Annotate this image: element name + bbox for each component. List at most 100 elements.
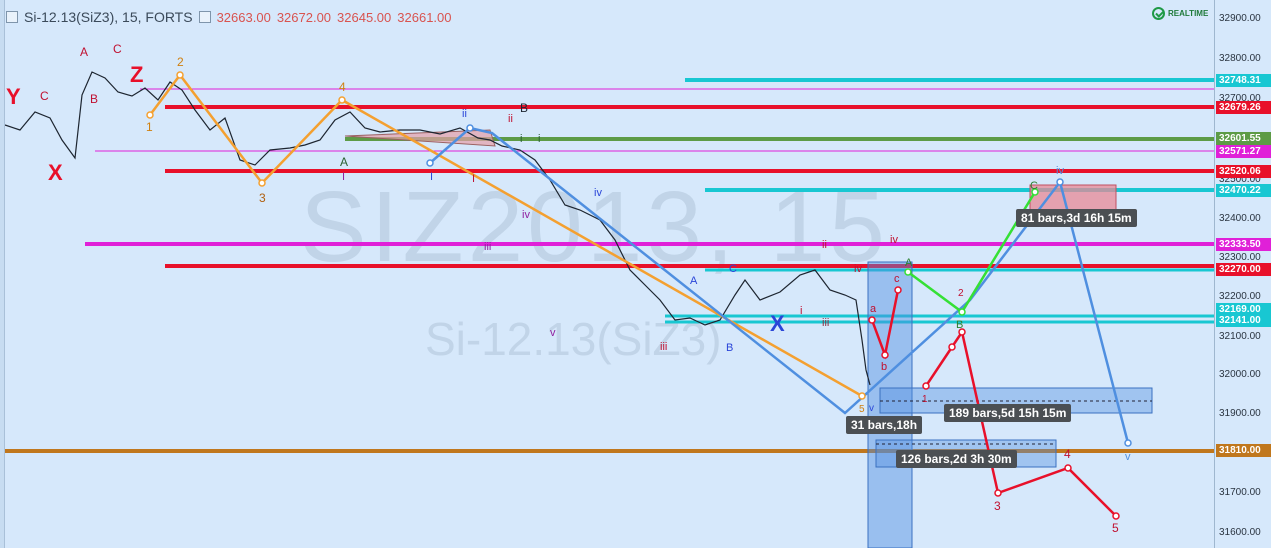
- label-ii-blue: ii: [462, 108, 467, 120]
- node: [904, 268, 912, 276]
- node: [958, 308, 966, 316]
- node: [1056, 178, 1064, 186]
- node: [258, 179, 266, 187]
- axis-tick-label: 32400.00: [1219, 213, 1261, 224]
- price-level-tag: 32601.55: [1216, 132, 1271, 145]
- label-Z: Z: [130, 62, 143, 87]
- node: [1064, 464, 1072, 472]
- label-i-red: i: [800, 305, 802, 317]
- left-toolbar-strip[interactable]: [0, 0, 5, 548]
- label-3: 3: [259, 191, 266, 205]
- node: [426, 159, 434, 167]
- label-X2: X: [770, 311, 785, 336]
- symbol-label: Si-12.13(SiZ3), 15, FORTS: [24, 9, 193, 25]
- node: [466, 124, 474, 132]
- price-level-tag: 32748.31: [1216, 74, 1271, 87]
- price-level-tag: 32333.50: [1216, 238, 1271, 251]
- label-ii-red: ii: [508, 113, 513, 125]
- chart-settings-icon[interactable]: [6, 11, 18, 23]
- label-iii-red: iii: [660, 341, 667, 353]
- price-axis[interactable]: 32900.0032800.0032700.0032600.0032500.00…: [1214, 0, 1271, 548]
- price-series: [4, 71, 871, 386]
- node: [868, 316, 876, 324]
- ohlc-low: 32645.00: [337, 9, 392, 25]
- axis-tick-label: 32000.00: [1219, 369, 1261, 380]
- price-level-tag: 32520.06: [1216, 165, 1271, 178]
- check-circle-icon: [1152, 7, 1165, 20]
- label-X: X: [48, 160, 63, 185]
- callout-31-bars: 31 bars,18h: [846, 416, 923, 434]
- node: [146, 111, 154, 119]
- label-a: a: [870, 303, 877, 315]
- label-iii-red2: iii: [822, 317, 829, 329]
- price-chart-svg[interactable]: Y X Z X A C B C 2 1 3 4 A B ii ii i i I …: [0, 0, 1214, 548]
- price-level-tag: 32270.00: [1216, 263, 1271, 276]
- axis-tick-label: 32100.00: [1219, 331, 1261, 342]
- label-iv-purple: iv: [522, 209, 530, 221]
- label-ii-green: i: [538, 133, 540, 145]
- label-I-1: I: [342, 171, 345, 183]
- price-level-tag: 32470.22: [1216, 184, 1271, 197]
- realtime-indicator: REALTIME: [1152, 7, 1208, 20]
- label-v-blue: v: [869, 403, 874, 414]
- price-level-tag: 31810.00: [1216, 444, 1271, 457]
- wave-orange: [149, 72, 863, 398]
- callout-189-bars: 189 bars,5d 15h 15m: [944, 404, 1072, 422]
- label-4: 4: [339, 80, 346, 94]
- node: [1124, 439, 1132, 447]
- ohlc-high: 32672.00: [276, 9, 332, 25]
- label-I-2: I: [430, 171, 433, 183]
- label-B-blue: B: [726, 342, 733, 354]
- label-ii-red2: ii: [822, 239, 827, 251]
- axis-tick-label: 32800.00: [1219, 53, 1261, 64]
- label-5-red: 5: [1112, 521, 1119, 535]
- node: [922, 382, 930, 390]
- label-iv-red2: iv: [854, 263, 862, 275]
- label-A1: A: [80, 45, 88, 59]
- label-C1: C: [40, 89, 49, 103]
- node: [948, 343, 956, 351]
- label-c: c: [894, 273, 900, 285]
- node: [881, 351, 889, 359]
- label-A-blue: A: [690, 275, 698, 287]
- label-B-dark: B: [520, 101, 528, 115]
- label-I-3: I: [472, 173, 475, 185]
- price-level-tag: 32571.27: [1216, 145, 1271, 158]
- node: [1112, 512, 1120, 520]
- label-C2: C: [113, 42, 122, 56]
- label-b: b: [881, 361, 887, 373]
- realtime-label: REALTIME: [1168, 9, 1209, 18]
- node: [858, 392, 866, 400]
- label-iv-blue: iv: [594, 187, 602, 199]
- chart-area[interactable]: SIZ2013, 15 Si-12.13(SiZ3) Y X Z X A C B…: [0, 0, 1214, 548]
- node: [894, 286, 902, 294]
- node: [994, 489, 1002, 497]
- label-iii-purple: iii: [484, 241, 491, 253]
- price-level-tag: 32141.00: [1216, 314, 1271, 327]
- label-A-green: A: [340, 155, 348, 169]
- axis-tick-label: 32300.00: [1219, 252, 1261, 263]
- price-level-tag: 32679.26: [1216, 101, 1271, 114]
- chart-legend: Si-12.13(SiZ3), 15, FORTS 32663.00 32672…: [6, 7, 452, 27]
- callout-81-bars: 81 bars,3d 16h 15m: [1016, 209, 1137, 227]
- orange-nodes: [146, 71, 866, 400]
- label-1: 1: [146, 120, 153, 134]
- wave-red-2: [924, 328, 1117, 517]
- label-C-blue: C: [729, 263, 737, 275]
- label-5-orange: 5: [859, 404, 865, 415]
- axis-tick-label: 31700.00: [1219, 487, 1261, 498]
- callout-126-bars: 126 bars,2d 3h 30m: [896, 450, 1017, 468]
- symbol-menu-icon[interactable]: [198, 11, 211, 23]
- label-iv-red: iv: [890, 234, 898, 246]
- label-1-red: 1: [922, 394, 928, 405]
- axis-tick-label: 32900.00: [1219, 13, 1261, 24]
- label-B1: B: [90, 92, 98, 106]
- label-C-green: C: [1030, 180, 1038, 192]
- label-3-red: 3: [994, 499, 1001, 513]
- node: [176, 71, 184, 79]
- ohlc-open: 32663.00: [216, 9, 271, 25]
- label-A-green2: A: [905, 257, 913, 269]
- ohlc-close: 32661.00: [397, 9, 452, 25]
- label-iv-blue2: iv: [1056, 165, 1064, 177]
- label-2-red: 2: [958, 288, 964, 299]
